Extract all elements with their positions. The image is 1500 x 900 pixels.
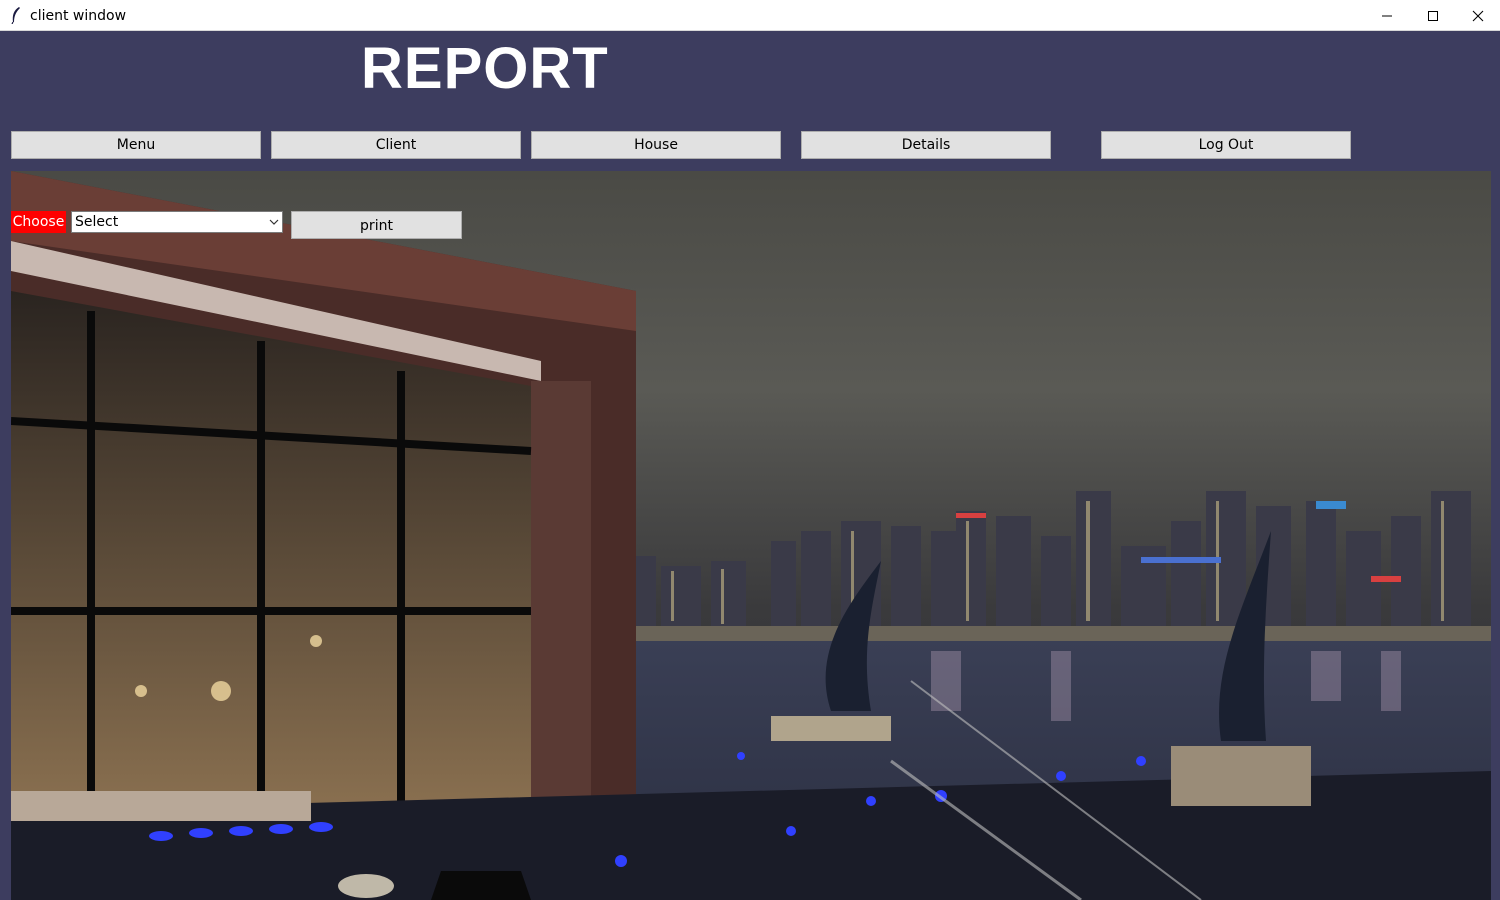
feather-icon — [8, 6, 24, 25]
night-city-terrace-image — [11, 171, 1491, 900]
maximize-icon — [1428, 10, 1438, 21]
client-button[interactable]: Client — [271, 131, 521, 159]
chevron-down-icon — [269, 219, 279, 225]
menu-button[interactable]: Menu — [11, 131, 261, 159]
window-titlebar: client window — [0, 0, 1500, 31]
minimize-button[interactable] — [1364, 0, 1410, 31]
select-value: Select — [75, 214, 119, 230]
minimize-icon — [1382, 15, 1392, 16]
page-title: REPORT — [361, 36, 609, 101]
logout-button[interactable]: Log Out — [1101, 131, 1351, 159]
report-select[interactable]: Select — [71, 211, 283, 233]
window-title: client window — [30, 8, 127, 24]
background-photo — [11, 171, 1491, 900]
house-button[interactable]: House — [531, 131, 781, 159]
details-button[interactable]: Details — [801, 131, 1051, 159]
maximize-button[interactable] — [1410, 0, 1456, 31]
close-button[interactable] — [1455, 0, 1500, 31]
print-button[interactable]: print — [291, 211, 462, 239]
choose-label: Choose — [11, 211, 66, 233]
main-panel: REPORT Menu Client House Details Log Out — [1, 31, 1499, 900]
close-icon — [1472, 10, 1484, 21]
